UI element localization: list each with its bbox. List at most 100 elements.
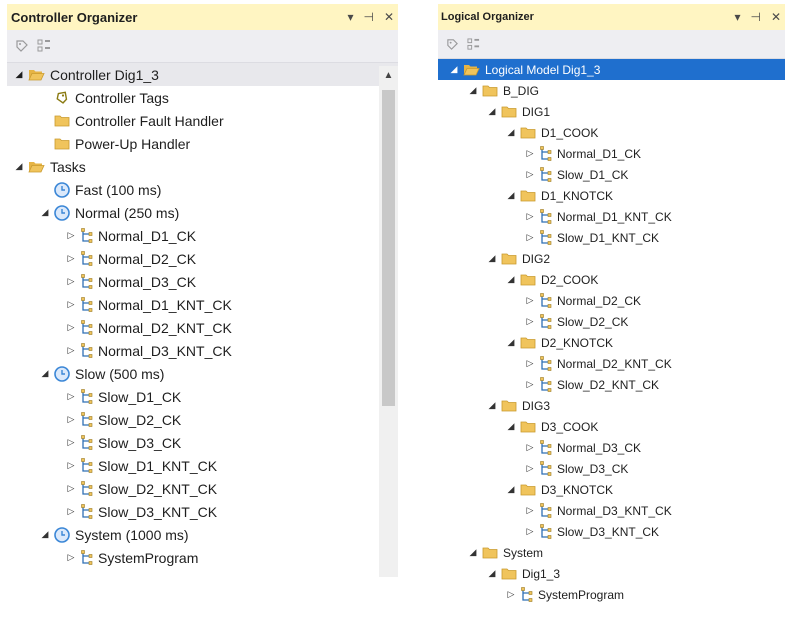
expand-arrow-icon[interactable]: ◢ xyxy=(486,568,498,579)
collapse-arrow-icon[interactable]: ▷ xyxy=(65,414,77,425)
tree-item-controller-dig1-3[interactable]: ◢ Controller Dig1_3 xyxy=(7,63,398,86)
tree-item-normal-d2-ck[interactable]: ▷ Normal_D2_CK xyxy=(438,290,785,311)
tree-item-d2-knotck[interactable]: ◢ D2_KNOTCK xyxy=(438,332,785,353)
tree-item-slow-d1-knt-ck[interactable]: ▷ Slow_D1_KNT_CK xyxy=(7,454,398,477)
tree-item-dig3[interactable]: ◢ DIG3 xyxy=(438,395,785,416)
tag-filter-icon[interactable] xyxy=(15,39,29,53)
tree-item-normal-d2-knt-ck[interactable]: ▷ Normal_D2_KNT_CK xyxy=(438,353,785,374)
tree-item-normal-250-ms[interactable]: ◢ Normal (250 ms) xyxy=(7,201,398,224)
tree-item-d2-cook[interactable]: ◢ D2_COOK xyxy=(438,269,785,290)
collapse-arrow-icon[interactable]: ▷ xyxy=(65,437,77,448)
tag-filter-icon[interactable] xyxy=(446,38,459,51)
tree-item-d1-cook[interactable]: ◢ D1_COOK xyxy=(438,122,785,143)
tree-item-power-up-handler[interactable]: Power-Up Handler xyxy=(7,132,398,155)
expand-arrow-icon[interactable]: ◢ xyxy=(505,190,517,201)
close-icon[interactable]: ✕ xyxy=(771,11,781,23)
collapse-arrow-icon[interactable]: ▷ xyxy=(65,391,77,402)
pin-icon[interactable]: ⊣ xyxy=(750,11,760,23)
collapse-arrow-icon[interactable]: ▷ xyxy=(524,358,536,369)
tree-item-slow-d2-knt-ck[interactable]: ▷ Slow_D2_KNT_CK xyxy=(7,477,398,500)
expand-arrow-icon[interactable]: ◢ xyxy=(13,161,25,172)
tree-item-dig2[interactable]: ◢ DIG2 xyxy=(438,248,785,269)
controller-organizer-titlebar[interactable]: Controller Organizer ▾ ⊣ ✕ xyxy=(7,4,398,30)
collapse-arrow-icon[interactable]: ▷ xyxy=(524,379,536,390)
tree-item-slow-d2-ck[interactable]: ▷ Slow_D2_CK xyxy=(438,311,785,332)
collapse-arrow-icon[interactable]: ▷ xyxy=(524,526,536,537)
tree-item-slow-d3-knt-ck[interactable]: ▷ Slow_D3_KNT_CK xyxy=(7,500,398,523)
dropdown-icon[interactable]: ▾ xyxy=(734,11,740,23)
expand-arrow-icon[interactable]: ◢ xyxy=(505,484,517,495)
expand-arrow-icon[interactable]: ◢ xyxy=(486,253,498,264)
collapse-arrow-icon[interactable]: ▷ xyxy=(524,148,536,159)
tree-item-tasks[interactable]: ◢ Tasks xyxy=(7,155,398,178)
tree-item-dig1[interactable]: ◢ DIG1 xyxy=(438,101,785,122)
expand-arrow-icon[interactable]: ◢ xyxy=(505,337,517,348)
tree-item-normal-d1-ck[interactable]: ▷ Normal_D1_CK xyxy=(438,143,785,164)
collapse-arrow-icon[interactable]: ▷ xyxy=(65,276,77,287)
collapse-arrow-icon[interactable]: ▷ xyxy=(524,505,536,516)
expand-arrow-icon[interactable]: ◢ xyxy=(505,421,517,432)
tree-item-dig1-3[interactable]: ◢ Dig1_3 xyxy=(438,563,785,584)
tree-item-normal-d3-ck[interactable]: ▷ Normal_D3_CK xyxy=(7,270,398,293)
tree-item-systemprogram[interactable]: ▷ SystemProgram xyxy=(438,584,785,605)
expand-arrow-icon[interactable]: ◢ xyxy=(505,274,517,285)
expand-arrow-icon[interactable]: ◢ xyxy=(448,64,460,75)
tree-item-normal-d2-knt-ck[interactable]: ▷ Normal_D2_KNT_CK xyxy=(7,316,398,339)
tree-item-slow-d3-ck[interactable]: ▷ Slow_D3_CK xyxy=(438,458,785,479)
collapse-arrow-icon[interactable]: ▷ xyxy=(65,552,77,563)
tree-item-normal-d3-ck[interactable]: ▷ Normal_D3_CK xyxy=(438,437,785,458)
collapse-arrow-icon[interactable]: ▷ xyxy=(65,230,77,241)
dropdown-icon[interactable]: ▾ xyxy=(347,11,353,23)
collapse-arrow-icon[interactable]: ▷ xyxy=(524,232,536,243)
tree-item-normal-d3-knt-ck[interactable]: ▷ Normal_D3_KNT_CK xyxy=(7,339,398,362)
collapse-arrow-icon[interactable]: ▷ xyxy=(65,506,77,517)
tree-item-slow-d1-ck[interactable]: ▷ Slow_D1_CK xyxy=(7,385,398,408)
tree-item-system-1000-ms[interactable]: ◢ System (1000 ms) xyxy=(7,523,398,546)
collapse-arrow-icon[interactable]: ▷ xyxy=(65,345,77,356)
collapse-arrow-icon[interactable]: ▷ xyxy=(524,169,536,180)
tree-item-normal-d1-ck[interactable]: ▷ Normal_D1_CK xyxy=(7,224,398,247)
collapse-arrow-icon[interactable]: ▷ xyxy=(524,442,536,453)
collapse-arrow-icon[interactable]: ▷ xyxy=(65,460,77,471)
tree-item-logical-model-dig1-3[interactable]: ◢ Logical Model Dig1_3 xyxy=(438,59,785,80)
tree-item-slow-d2-ck[interactable]: ▷ Slow_D2_CK xyxy=(7,408,398,431)
collapse-arrow-icon[interactable]: ▷ xyxy=(524,316,536,327)
collapse-arrow-icon[interactable]: ▷ xyxy=(524,463,536,474)
expand-arrow-icon[interactable]: ◢ xyxy=(467,85,479,96)
expand-arrow-icon[interactable]: ◢ xyxy=(505,127,517,138)
collapse-arrow-icon[interactable]: ▷ xyxy=(524,211,536,222)
collapse-arrow-icon[interactable]: ▷ xyxy=(524,295,536,306)
tree-item-slow-d3-ck[interactable]: ▷ Slow_D3_CK xyxy=(7,431,398,454)
tree-item-controller-fault-handler[interactable]: Controller Fault Handler xyxy=(7,109,398,132)
tree-item-d3-cook[interactable]: ◢ D3_COOK xyxy=(438,416,785,437)
expand-arrow-icon[interactable]: ◢ xyxy=(486,400,498,411)
tree-item-normal-d1-knt-ck[interactable]: ▷ Normal_D1_KNT_CK xyxy=(438,206,785,227)
tree-item-slow-d2-knt-ck[interactable]: ▷ Slow_D2_KNT_CK xyxy=(438,374,785,395)
tree-item-systemprogram[interactable]: ▷ SystemProgram xyxy=(7,546,398,569)
collapse-arrow-icon[interactable]: ▷ xyxy=(65,322,77,333)
collapse-arrow-icon[interactable]: ▷ xyxy=(65,299,77,310)
grid-view-icon[interactable] xyxy=(37,39,51,53)
tree-item-normal-d3-knt-ck[interactable]: ▷ Normal_D3_KNT_CK xyxy=(438,500,785,521)
expand-arrow-icon[interactable]: ◢ xyxy=(39,368,51,379)
expand-arrow-icon[interactable]: ◢ xyxy=(39,529,51,540)
grid-view-icon[interactable] xyxy=(467,37,480,51)
tree-item-slow-500-ms[interactable]: ◢ Slow (500 ms) xyxy=(7,362,398,385)
tree-item-d3-knotck[interactable]: ◢ D3_KNOTCK xyxy=(438,479,785,500)
tree-item-controller-tags[interactable]: Controller Tags xyxy=(7,86,398,109)
tree-item-normal-d2-ck[interactable]: ▷ Normal_D2_CK xyxy=(7,247,398,270)
collapse-arrow-icon[interactable]: ▷ xyxy=(505,589,517,600)
close-icon[interactable]: ✕ xyxy=(384,11,394,23)
tree-item-fast-100-ms[interactable]: Fast (100 ms) xyxy=(7,178,398,201)
tree-item-d1-knotck[interactable]: ◢ D1_KNOTCK xyxy=(438,185,785,206)
tree-item-system[interactable]: ◢ System xyxy=(438,542,785,563)
logical-organizer-titlebar[interactable]: Logical Organizer ▾ ⊣ ✕ xyxy=(438,4,785,30)
tree-item-b-dig[interactable]: ◢ B_DIG xyxy=(438,80,785,101)
expand-arrow-icon[interactable]: ◢ xyxy=(13,69,25,80)
expand-arrow-icon[interactable]: ◢ xyxy=(467,547,479,558)
expand-arrow-icon[interactable]: ◢ xyxy=(486,106,498,117)
pin-icon[interactable]: ⊣ xyxy=(363,11,373,23)
tree-item-slow-d1-ck[interactable]: ▷ Slow_D1_CK xyxy=(438,164,785,185)
vertical-scrollbar[interactable]: ▲ xyxy=(379,66,398,577)
tree-item-slow-d3-knt-ck[interactable]: ▷ Slow_D3_KNT_CK xyxy=(438,521,785,542)
